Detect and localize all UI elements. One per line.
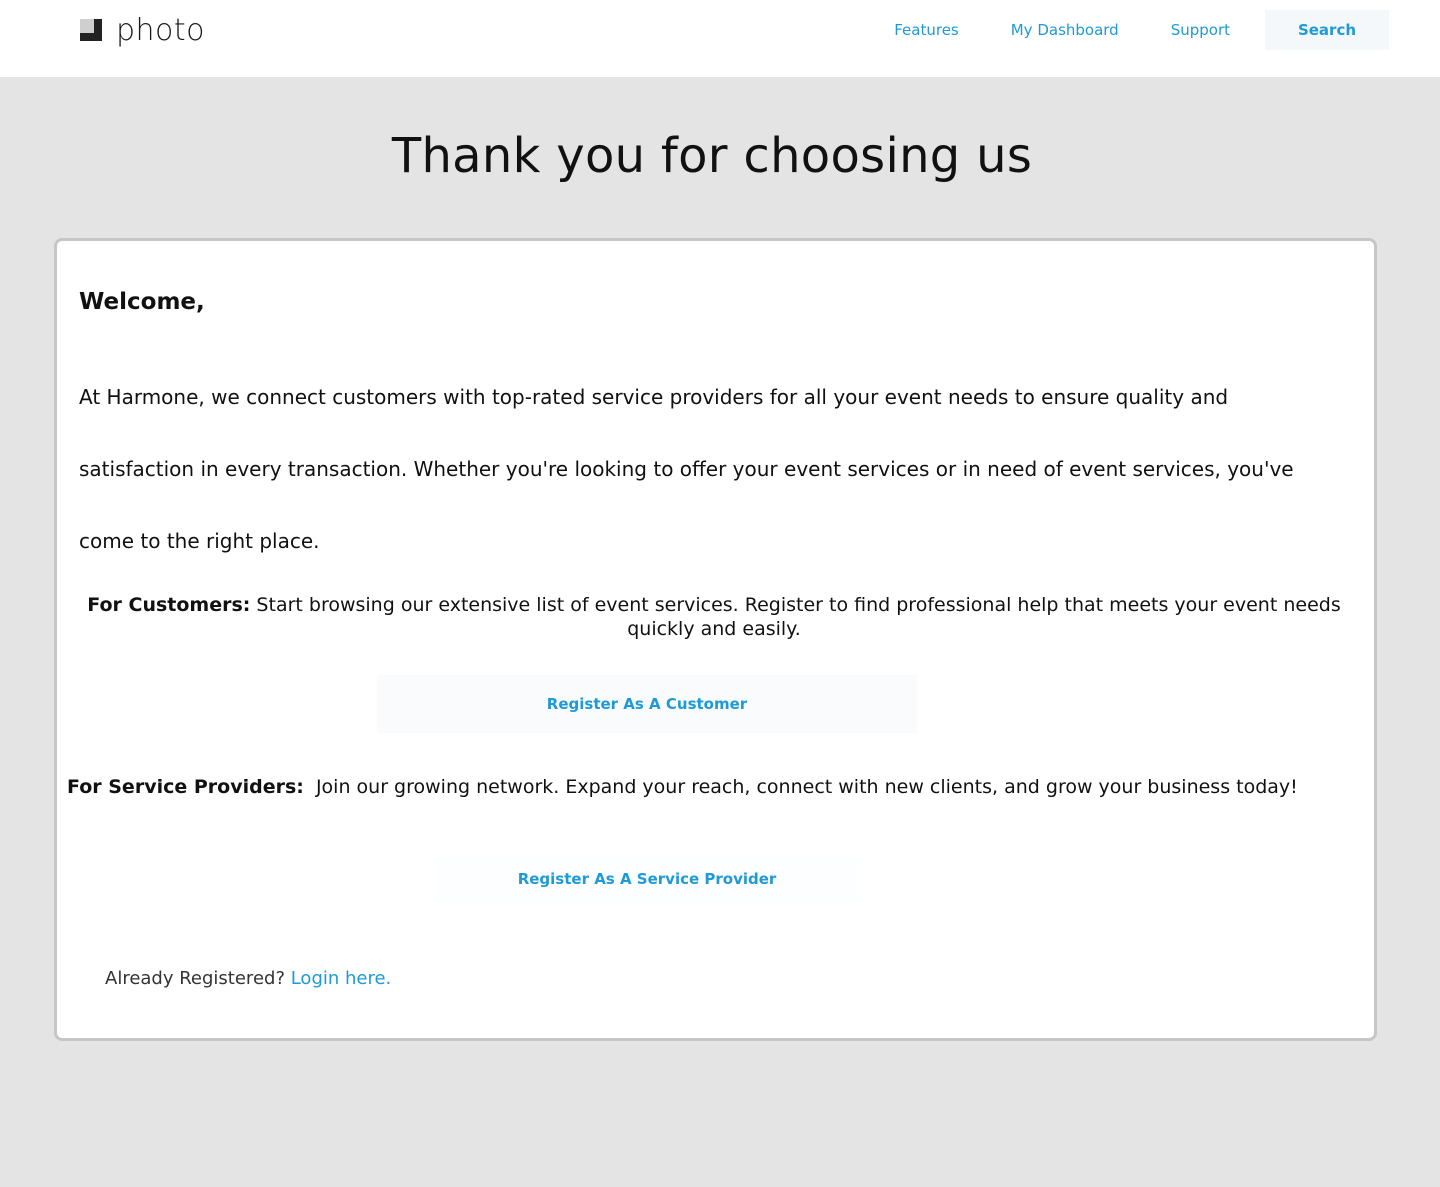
logo[interactable]: photo — [80, 13, 205, 47]
register-customer-button[interactable]: Register As A Customer — [377, 675, 917, 733]
providers-text: Join our growing network. Expand your re… — [303, 776, 1298, 798]
already-registered-text: Already Registered? — [105, 968, 291, 989]
intro-paragraph: At Harmone, we connect customers with to… — [79, 385, 1294, 553]
already-registered: Already Registered? Login here. — [105, 968, 391, 989]
register-provider-button[interactable]: Register As A Service Provider — [437, 855, 857, 903]
nav-support[interactable]: Support — [1171, 20, 1230, 40]
login-link[interactable]: Login here. — [291, 968, 392, 989]
main-nav: Features My Dashboard Support — [842, 20, 1230, 40]
top-navbar: photo Features My Dashboard Support Sear… — [0, 0, 1440, 77]
logo-text: photo — [116, 13, 206, 48]
welcome-card: Welcome, At Harmone, we connect customer… — [54, 238, 1377, 1041]
customers-label: For Customers: — [87, 594, 251, 616]
page-title: Thank you for choosing us — [391, 128, 1033, 184]
search-button[interactable]: Search — [1265, 10, 1389, 50]
providers-description: For Service Providers: Join our growing … — [67, 775, 1367, 799]
nav-features[interactable]: Features — [894, 20, 959, 40]
customers-text: Start browsing our extensive list of eve… — [250, 594, 1341, 640]
nav-my-dashboard[interactable]: My Dashboard — [1011, 20, 1119, 40]
photo-logo-icon — [80, 17, 104, 43]
customers-description: For Customers: Start browsing our extens… — [77, 593, 1351, 641]
welcome-heading: Welcome, — [79, 289, 205, 315]
providers-label: For Service Providers: — [67, 776, 304, 798]
